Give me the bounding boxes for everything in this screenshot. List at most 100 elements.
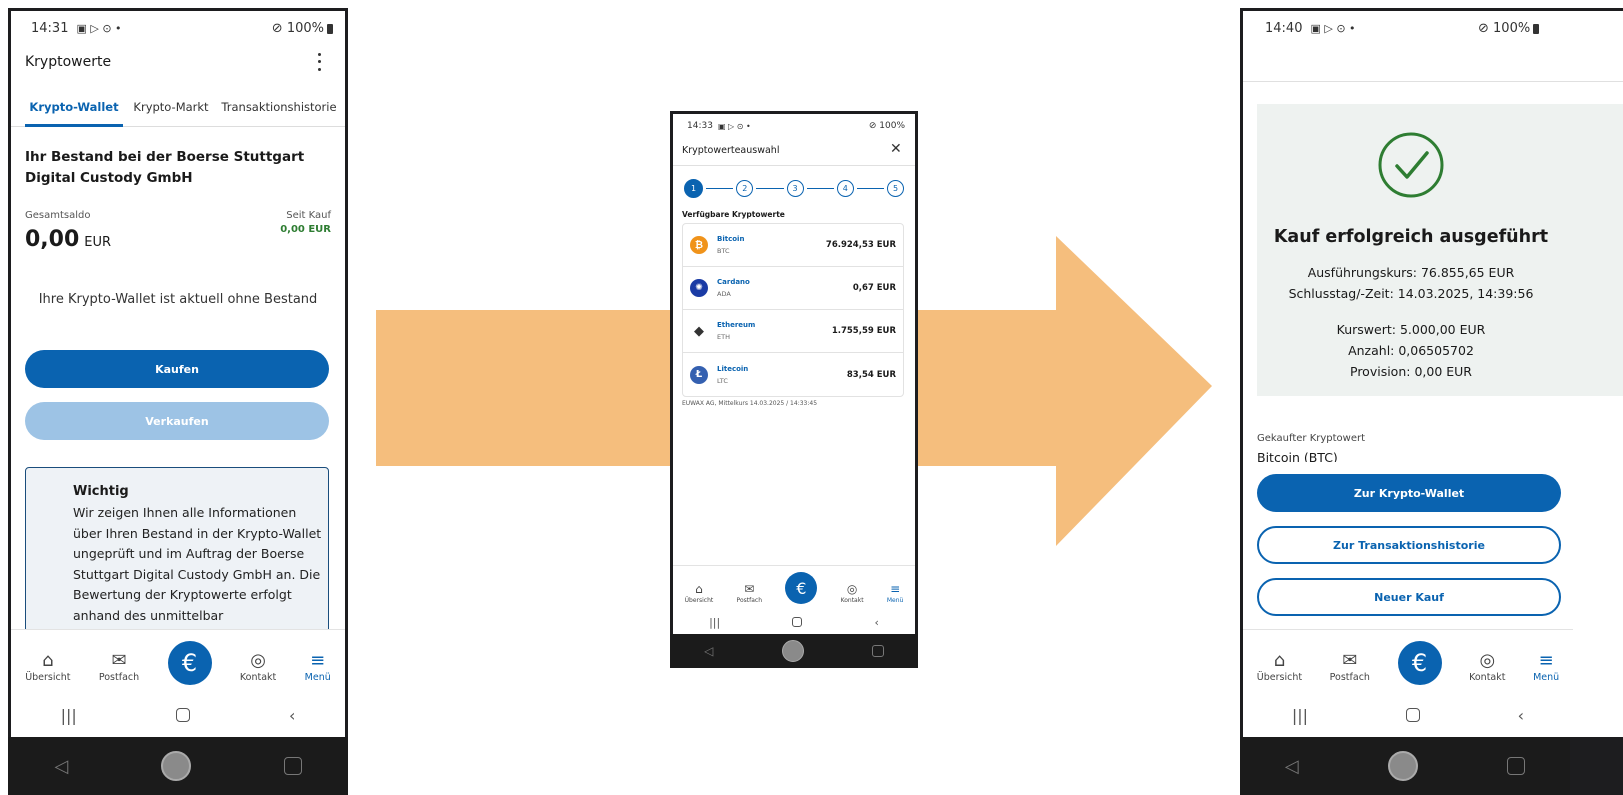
coin-name: Bitcoin xyxy=(717,235,745,243)
nav-menu[interactable]: ≡ Menü xyxy=(887,582,903,604)
nav-kontakt[interactable]: ◎ Kontakt xyxy=(240,650,276,683)
device-home-icon[interactable] xyxy=(1387,751,1418,781)
stepper: 1 2 3 4 5 xyxy=(684,179,904,198)
home-button-icon[interactable] xyxy=(175,708,190,722)
coin-row-ethereum[interactable]: ◆ Ethereum ETH 1.755,59 EUR xyxy=(683,310,903,353)
sell-button[interactable]: Verkaufen xyxy=(25,402,329,440)
menu-icon: ≡ xyxy=(310,650,326,671)
coin-price: 1.755,59 EUR xyxy=(831,326,896,336)
nav-postfach[interactable]: ✉ Postfach xyxy=(737,582,762,604)
coin-price: 76.924,53 EUR xyxy=(825,240,896,250)
coin-name: Ethereum xyxy=(717,321,756,329)
nav-postfach[interactable]: ✉ Postfach xyxy=(1330,650,1370,683)
status-bar: 14:33 ▣ ▷ ⊙ • ⊘ 100% xyxy=(673,121,915,131)
status-time: 14:33 xyxy=(687,121,713,131)
euro-icon[interactable]: € xyxy=(1397,641,1442,685)
tab-bar: Krypto-Wallet Krypto-Markt Transaktionsh… xyxy=(11,93,345,127)
close-icon[interactable]: ✕ xyxy=(890,141,902,157)
selection-screen: 14:33 ▣ ▷ ⊙ • ⊘ 100% Kryptowerteauswahl ✕… xyxy=(673,114,915,634)
bottom-nav: ⌂ Übersicht ✉ Postfach € ◎ Kontakt ≡ Menü xyxy=(11,629,345,693)
tab-transaktionshistorie[interactable]: Transaktionshistorie xyxy=(219,93,339,127)
device-recents-icon[interactable] xyxy=(871,645,884,657)
price-footnote: EUWAX AG, Mittelkurs 14.03.2025 / 14:33:… xyxy=(682,400,818,407)
home-button-icon[interactable] xyxy=(1405,708,1420,722)
nav-uebersicht[interactable]: ⌂ Übersicht xyxy=(685,582,714,604)
confirmation-screen: 14:40 ▣ ▷ ⊙ • ⊘ 100% Kauf erfolgreich aus… xyxy=(1243,11,1623,737)
success-panel: Kauf erfolgreich ausgeführt Ausführungsk… xyxy=(1257,104,1623,396)
phone-confirmation: 14:40 ▣ ▷ ⊙ • ⊘ 100% Kauf erfolgreich aus… xyxy=(1240,8,1623,795)
coin-symbol: BTC xyxy=(717,247,730,255)
to-wallet-button[interactable]: Zur Krypto-Wallet xyxy=(1257,474,1561,512)
nav-menu[interactable]: ≡ Menü xyxy=(1533,650,1559,683)
battery-text: ⊘ 100% xyxy=(271,21,324,36)
coin-row-litecoin[interactable]: Ł Litecoin LTC 83,54 EUR xyxy=(683,353,903,396)
back-icon[interactable]: ‹ xyxy=(289,706,295,725)
new-purchase-button[interactable]: Neuer Kauf xyxy=(1257,578,1561,616)
home-button-icon[interactable] xyxy=(792,617,803,627)
device-home-icon[interactable] xyxy=(781,640,804,662)
bought-value: Bitcoin (BTC) xyxy=(1257,450,1338,462)
exec-price: Ausführungskurs: 76.855,65 EUR xyxy=(1307,265,1515,280)
menu-icon: ≡ xyxy=(1538,650,1554,671)
device-back-icon[interactable]: ◁ xyxy=(704,644,713,658)
coin-list: ₿ Bitcoin BTC 76.924,53 EUR ✺ Cardano AD… xyxy=(682,223,904,397)
coin-symbol: LTC xyxy=(717,376,728,385)
status-bar: 14:31 ▣ ▷ ⊙ • ⊘ 100% xyxy=(11,21,345,36)
coin-symbol: ADA xyxy=(717,290,731,298)
more-options-icon[interactable] xyxy=(313,51,325,73)
commission: Provision: 0,00 EUR xyxy=(1350,364,1472,379)
balance-value: 0,00 xyxy=(25,227,80,252)
bitcoin-icon: ₿ xyxy=(690,236,708,254)
euro-icon[interactable]: € xyxy=(167,641,212,685)
close-time: Schlusstag/-Zeit: 14.03.2025, 14:39:56 xyxy=(1288,286,1534,301)
home-icon: ⌂ xyxy=(42,650,54,671)
tab-krypto-wallet[interactable]: Krypto-Wallet xyxy=(25,93,123,127)
nav-kontakt[interactable]: ◎ Kontakt xyxy=(1469,650,1505,683)
status-icons: ▣ ▷ ⊙ • xyxy=(1310,22,1356,35)
mail-icon: ✉ xyxy=(1342,650,1358,671)
system-nav: ||| ‹ xyxy=(673,610,915,634)
selection-title: Kryptowerteauswahl xyxy=(682,145,780,156)
to-history-button[interactable]: Zur Transaktionshistorie xyxy=(1257,526,1561,564)
contact-icon: ◎ xyxy=(846,582,858,596)
bottom-nav: ⌂ Übersicht ✉ Postfach € ◎ Kontakt ≡ Menü xyxy=(1243,629,1573,693)
recents-icon[interactable]: ||| xyxy=(1292,706,1308,725)
nav-postfach[interactable]: ✉ Postfach xyxy=(99,650,139,683)
device-back-icon[interactable]: ◁ xyxy=(54,756,68,777)
back-icon[interactable]: ‹ xyxy=(1518,706,1524,725)
euro-icon[interactable]: € xyxy=(785,572,818,604)
battery-icon xyxy=(1533,23,1540,34)
device-recents-icon[interactable] xyxy=(283,757,302,775)
step-5: 5 xyxy=(887,180,904,197)
nav-uebersicht[interactable]: ⌂ Übersicht xyxy=(25,650,70,683)
quantity: Anzahl: 0,06505702 xyxy=(1348,343,1474,358)
nav-uebersicht[interactable]: ⌂ Übersicht xyxy=(1257,650,1302,683)
device-nav-bar: ◁ xyxy=(8,737,348,795)
battery-icon xyxy=(327,23,333,34)
coin-row-cardano[interactable]: ✺ Cardano ADA 0,67 EUR xyxy=(683,267,903,310)
battery-text: ⊘ 100% xyxy=(1478,21,1531,36)
phone-selection: 14:33 ▣ ▷ ⊙ • ⊘ 100% Kryptowerteauswahl ✕… xyxy=(670,111,918,668)
market-value: Kurswert: 5.000,00 EUR xyxy=(1336,322,1486,337)
back-icon[interactable]: ‹ xyxy=(875,616,879,629)
contact-icon: ◎ xyxy=(1479,650,1496,671)
device-recents-icon[interactable] xyxy=(1507,757,1526,775)
recents-icon[interactable]: ||| xyxy=(61,706,77,725)
system-nav: ||| ‹ xyxy=(11,693,345,737)
coin-row-bitcoin[interactable]: ₿ Bitcoin BTC 76.924,53 EUR xyxy=(683,224,903,267)
tab-krypto-markt[interactable]: Krypto-Markt xyxy=(123,93,219,127)
list-heading: Verfügbare Kryptowerte xyxy=(682,210,785,219)
home-icon: ⌂ xyxy=(1273,650,1286,671)
check-circle-icon xyxy=(1378,132,1444,198)
step-1: 1 xyxy=(684,179,703,198)
device-home-icon[interactable] xyxy=(160,751,191,781)
recents-icon[interactable]: ||| xyxy=(709,616,720,629)
litecoin-icon: Ł xyxy=(690,365,708,384)
nav-menu[interactable]: ≡ Menü xyxy=(305,650,331,683)
nav-kontakt[interactable]: ◎ Kontakt xyxy=(841,582,864,604)
device-nav-bar: ◁ xyxy=(1240,737,1570,795)
device-back-icon[interactable]: ◁ xyxy=(1285,756,1299,777)
coin-symbol: ETH xyxy=(717,333,730,341)
system-nav: ||| ‹ xyxy=(1243,693,1573,737)
buy-button[interactable]: Kaufen xyxy=(25,350,329,388)
